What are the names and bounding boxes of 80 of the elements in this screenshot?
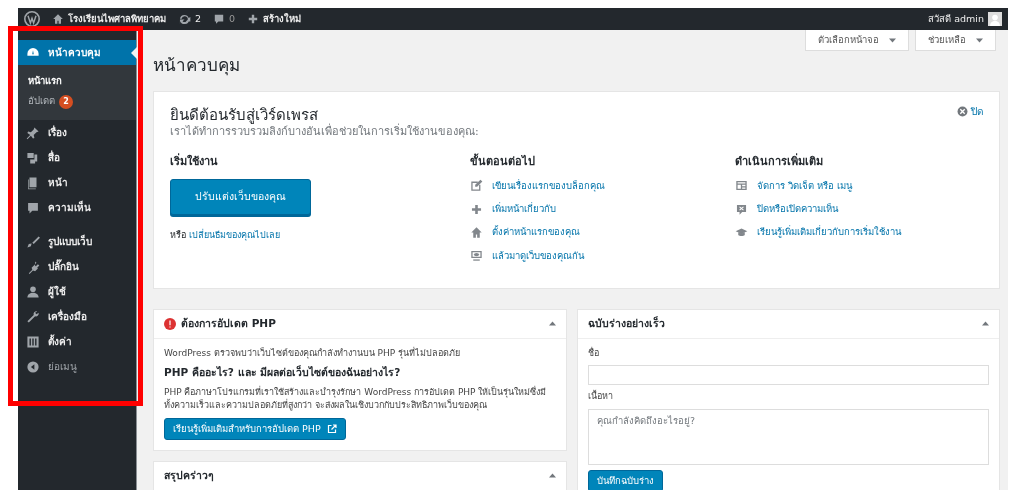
welcome-link[interactable]: เรียนรู้เพิ่มเติมเกี่ยวกับการเริ่มใช้งาน [757,225,901,240]
media-icon [26,150,40,165]
comment-icon [26,200,40,215]
content-input-field[interactable]: คุณกำลังคิดถึงอะไรอยู่? [588,408,989,465]
comment-icon [213,13,226,25]
count-badge: 2 [59,95,73,110]
home-icon [52,13,64,25]
close-icon [957,105,968,117]
php-question: PHP คืออะไร? และ มีผลต่อเว็บไซต์ของฉันอย่างไร? [164,365,402,380]
sidebar-item[interactable]: ปลั๊กอิน [18,254,136,280]
dismiss-link[interactable]: ปิด [971,103,983,119]
box-title: ฉบับร่างอย่างเร็ว [588,315,665,331]
sidebar-item[interactable]: ตั้งค่า [18,329,136,355]
save-draft-button[interactable]: บันทึกฉบับร่าง [588,469,663,490]
welcome-link[interactable]: เขียนเรื่องแรกของบล็อกคุณ [492,178,605,193]
change-theme-link[interactable]: เปลี่ยนธีมของคุณไปเลย [188,229,280,240]
plus-icon [247,13,260,25]
paintbrush-icon [26,234,40,249]
welcome-link[interactable]: แล้วมาดูเว็บของคุณกัน [492,248,584,263]
welcome-link[interactable]: จัดการ วิดเจ็ต หรือ เมนู [757,178,853,193]
warning-icon [164,317,176,330]
column-heading: ดำเนินการเพิ่มเติม [735,154,824,171]
user-icon [26,284,40,299]
widgets-icon [735,179,748,193]
sliders-icon [26,334,40,349]
pushpin-icon [26,125,40,140]
welcome-link[interactable]: เพิ่มหน้าเกี่ยวกับ [492,202,556,217]
comment-icon [735,202,748,216]
sidebar-item[interactable]: ย่อเมนู [18,354,136,380]
dropdown-arrow-icon [976,37,983,43]
external-link-icon [326,423,337,434]
php-explanation: PHP คือภาษาโปรแกรมที่เราใช้สร้างและบำรุงรักษา WordPress การอัปเดต PHP ให้เป็นรุ่นใหม่ซึ่งมีทั้งความเร็วและความปลอดภัยที่สูงกว่า จะส่งผลในเชิงบวกกับประสิทธิภาพเว็บของคุณ [164,385,548,413]
or-text: หรือ [170,229,186,240]
collapse-arrow-icon[interactable] [982,321,989,327]
welcome-link[interactable]: ปิดหรือเปิดความเห็น [757,202,838,217]
dropdown-tab[interactable]: ตัวเลือกหน้าจอ [805,30,909,52]
php-warning-text: WordPress ตรวจพบว่าเว็บไซต์ของคุณกำลังทำงานบน PHP รุ่นที่ไม่ปลอดภัย [164,346,462,360]
column-heading: ขั้นตอนต่อไป [470,154,536,171]
plus-icon [470,202,483,216]
field-label: เนื้อหา [588,390,614,403]
wrench-icon [26,309,40,324]
collapse-icon [26,359,40,374]
sidebar-item[interactable]: เครื่องมือ [18,304,136,330]
sidebar-item[interactable]: หน้าควบคุม [18,40,136,65]
updates-count[interactable]: 2 [195,11,202,27]
avatar-icon [988,12,1002,26]
dropdown-arrow-icon [889,37,896,43]
edit-icon [470,179,483,193]
customize-button[interactable]: ปรับแต่งเว็บของคุณ [170,178,311,215]
collapse-arrow-icon[interactable] [549,473,556,479]
title-input-field[interactable] [588,365,989,385]
learn-more-button[interactable]: เรียนรู้เพิ่มเติมสำหรับการอัปเดต PHP [164,417,346,440]
comments-count[interactable]: 0 [229,11,236,27]
column-heading: เริ่มใช้งาน [170,154,219,171]
home-icon [470,225,483,239]
box-title: ต้องการอัปเดต PHP [181,315,276,331]
greeting-link[interactable]: สวัสดี admin [928,11,984,27]
submenu-item[interactable]: หน้าแรก [18,71,136,92]
sidebar-item[interactable]: ความเห็น [18,195,136,221]
pages-icon [26,175,40,190]
plug-icon [26,259,40,274]
welcome-title: ยินดีต้อนรับสู่เวิร์ดเพรส [170,105,318,124]
box-title: สรุปคร่าวๆ [164,468,214,484]
sidebar-item[interactable]: รูปแบบเว็บ [18,229,136,255]
field-label: ชื่อ [588,346,600,360]
welcome-link[interactable]: ตั้งค่าหน้าแรกของคุณ [492,225,580,240]
dropdown-tab[interactable]: ช่วยเหลือ [915,30,996,52]
welcome-subtitle: เราได้ทำการรวบรวมลิงก์บางอันเพื่อช่วยในการเริ่มใช้งานของคุณ: [170,123,480,140]
monitor-icon [470,249,483,263]
site-name-link[interactable]: โรงเรียนไพศาลพิทยาคม [68,11,166,27]
sidebar-item[interactable]: สื่อ [18,145,136,171]
sidebar-item[interactable]: ผู้ใช้ [18,279,136,305]
sidebar-item[interactable]: หน้า [18,170,136,196]
new-link[interactable]: สร้างใหม่ [263,11,302,27]
collapse-arrow-icon[interactable] [549,321,556,327]
wordpress-logo-icon [24,11,40,27]
submenu-item[interactable]: อัปเดต 2 [18,91,136,113]
sidebar-item[interactable]: เรื่อง [18,120,136,146]
updates-icon [178,12,191,26]
page-title: หน้าควบคุม [153,54,241,78]
